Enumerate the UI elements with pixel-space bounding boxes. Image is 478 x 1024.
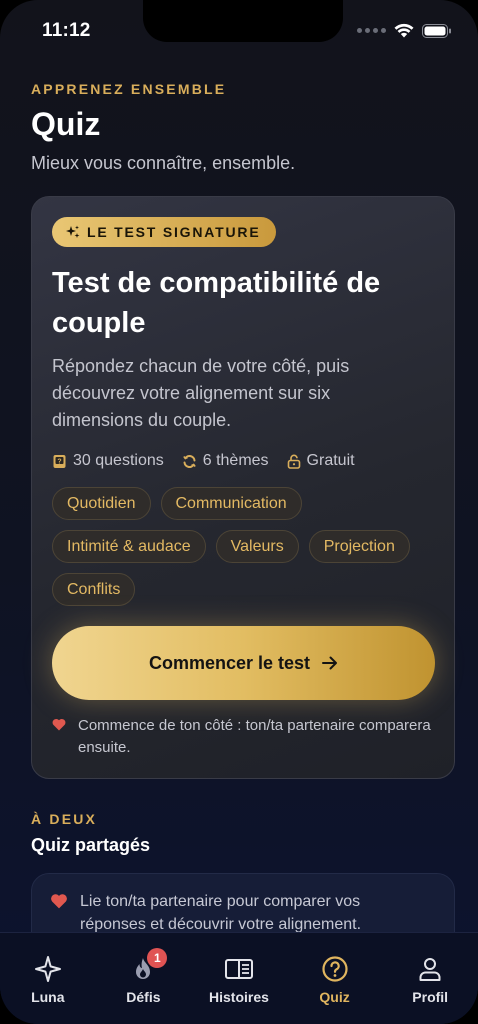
tab-quiz-label: Quiz xyxy=(319,989,350,1005)
meta-questions-label: 30 questions xyxy=(73,452,164,469)
unlock-icon xyxy=(287,454,300,469)
section-eyebrow: À DEUX xyxy=(31,811,98,827)
start-note: Commence de ton côté : ton/ta partenaire… xyxy=(52,715,432,759)
meta-themes-label: 6 thèmes xyxy=(202,452,269,469)
meta-price-label: Gratuit xyxy=(306,452,355,469)
signal-icon xyxy=(357,28,386,33)
start-note-text: Commence de ton côté : ton/ta partenaire… xyxy=(78,717,431,756)
link-partner-text: Lie ton/ta partenaire pour comparer vos … xyxy=(80,893,362,933)
tab-luna[interactable]: Luna xyxy=(0,933,96,1024)
meta-price: Gratuit xyxy=(287,452,355,470)
signature-badge-label: LE TEST SIGNATURE xyxy=(87,224,261,240)
chip-quotidien[interactable]: Quotidien xyxy=(52,487,151,520)
phone-screen: 11:12 APPRENEZ ENSEMBLE Quiz Mieux vous … xyxy=(0,0,478,1024)
chip-conflits[interactable]: Conflits xyxy=(52,573,136,606)
tab-histoires[interactable]: Histoires xyxy=(191,933,287,1024)
tab-profil[interactable]: Profil xyxy=(382,933,478,1024)
question-book-icon: ? xyxy=(53,454,66,468)
page-subtitle: Mieux vous connaître, ensemble. xyxy=(31,153,296,173)
card-title: Test de compatibilité de couple xyxy=(52,267,381,339)
status-time: 11:12 xyxy=(42,20,91,41)
signature-test-card[interactable]: LE TEST SIGNATURE Test de compatibilité … xyxy=(31,196,455,779)
wifi-icon xyxy=(394,23,414,38)
svg-text:?: ? xyxy=(57,458,61,465)
tab-bar: Luna 1 Défis Histoires Quiz Profil xyxy=(0,932,478,1024)
heart-icon xyxy=(51,894,67,909)
signature-badge: LE TEST SIGNATURE xyxy=(52,217,277,247)
arrow-right-icon xyxy=(322,656,338,670)
card-meta: ? 30 questions 6 thèmes Gratuit xyxy=(52,452,355,470)
start-test-button[interactable]: Commencer le test xyxy=(52,626,435,700)
battery-icon xyxy=(422,23,451,38)
chip-valeurs[interactable]: Valeurs xyxy=(215,530,299,563)
question-icon xyxy=(321,956,348,982)
cycle-icon xyxy=(182,454,196,468)
sparkle-icon xyxy=(34,956,61,982)
tab-quiz[interactable]: Quiz xyxy=(287,933,383,1024)
tab-profil-label: Profil xyxy=(412,989,449,1005)
header-eyebrow: APPRENEZ ENSEMBLE xyxy=(31,81,227,97)
chip-intimite-audace[interactable]: Intimité & audace xyxy=(52,530,206,563)
status-bar: 11:12 xyxy=(0,0,478,60)
tab-histoires-label: Histoires xyxy=(209,989,269,1005)
meta-questions: ? 30 questions xyxy=(52,452,164,470)
page-title: Quiz xyxy=(31,106,101,142)
tab-defis-label: Défis xyxy=(126,989,161,1005)
start-test-label: Commencer le test xyxy=(148,652,311,673)
section-title: Quiz partagés xyxy=(31,835,151,855)
link-partner-content: Lie ton/ta partenaire pour comparer vos … xyxy=(50,890,430,936)
book-icon xyxy=(224,959,253,979)
heart-icon xyxy=(52,718,66,731)
defis-count-badge: 1 xyxy=(147,948,168,968)
person-icon xyxy=(419,958,441,981)
sparkles-icon xyxy=(66,225,80,238)
tab-defis[interactable]: 1 Défis xyxy=(96,933,192,1024)
card-description: Répondez chacun de votre côté, puis déco… xyxy=(52,356,350,430)
status-icons xyxy=(357,23,452,38)
chip-communication[interactable]: Communication xyxy=(160,487,302,520)
theme-chips: Quotidien Communication Intimité & audac… xyxy=(52,487,442,606)
chip-projection[interactable]: Projection xyxy=(308,530,410,563)
tab-luna-label: Luna xyxy=(31,989,65,1005)
meta-themes: 6 thèmes xyxy=(182,452,269,470)
